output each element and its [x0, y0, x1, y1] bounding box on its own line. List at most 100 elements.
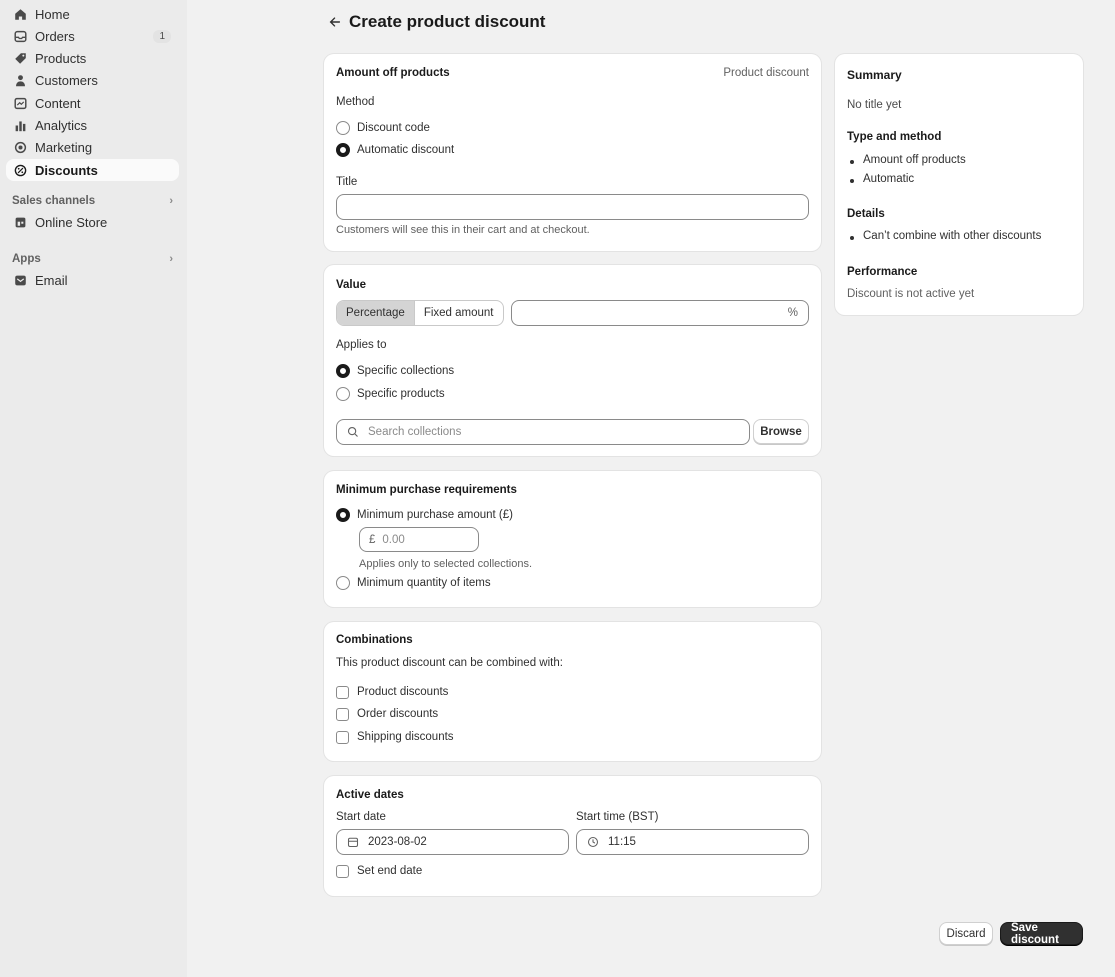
minimum-amount-radio[interactable]: Minimum purchase amount (£): [336, 504, 513, 526]
start-time-input[interactable]: 11:15: [576, 829, 809, 855]
page-header: Create product discount: [327, 10, 545, 34]
combine-order-discounts-checkbox[interactable]: Order discounts: [336, 703, 438, 725]
checkbox-label: Shipping discounts: [357, 731, 454, 743]
sidebar-item-label: Content: [35, 95, 81, 111]
radio-button-selected[interactable]: [336, 143, 350, 157]
checkbox-label: Set end date: [357, 865, 423, 877]
applies-to-label: Applies to: [336, 339, 387, 351]
bar-chart-icon: [14, 119, 27, 132]
method-discount-code-radio[interactable]: Discount code: [336, 117, 430, 139]
start-time-value: 11:15: [608, 836, 636, 848]
browse-button[interactable]: Browse: [753, 419, 809, 444]
search-placeholder: Search collections: [368, 426, 462, 438]
title-input[interactable]: [336, 194, 809, 220]
value-input[interactable]: %: [511, 300, 809, 326]
radio-button[interactable]: [336, 121, 350, 135]
checkbox-label: Product discounts: [357, 686, 449, 698]
sidebar-item-online-store[interactable]: Online Store: [6, 211, 179, 233]
card-title: Value: [336, 279, 367, 291]
title-field-label: Title: [336, 176, 358, 188]
sidebar-item-label: Orders: [35, 28, 75, 44]
combinations-card: Combinations This product discount can b…: [324, 622, 821, 761]
content-icon: [14, 97, 27, 110]
combine-shipping-discounts-checkbox[interactable]: Shipping discounts: [336, 726, 454, 748]
sidebar-item-analytics[interactable]: Analytics: [6, 114, 179, 136]
amount-off-card: Amount off products Product discount Met…: [324, 54, 821, 251]
minimum-amount-input[interactable]: £ 0.00: [359, 527, 479, 552]
calendar-icon: [347, 836, 359, 848]
checkbox[interactable]: [336, 864, 349, 878]
radio-label: Automatic discount: [357, 144, 455, 156]
radio-button[interactable]: [336, 576, 350, 590]
sidebar-item-home[interactable]: Home: [6, 3, 179, 25]
radio-label: Specific collections: [357, 365, 455, 377]
start-date-label: Start date: [336, 811, 386, 823]
currency-prefix: £: [369, 533, 376, 546]
sidebar-item-email[interactable]: Email: [6, 269, 179, 291]
sidebar-item-content[interactable]: Content: [6, 92, 179, 114]
list-item: Can’t combine with other discounts: [847, 230, 1041, 249]
target-icon: [14, 141, 27, 154]
sidebar-item-label: Analytics: [35, 117, 88, 133]
radio-button[interactable]: [336, 387, 350, 401]
sidebar-item-marketing[interactable]: Marketing: [6, 137, 179, 159]
radio-button-selected[interactable]: [336, 508, 350, 522]
sidebar-item-label: Customers: [35, 73, 98, 89]
checkbox[interactable]: [336, 730, 349, 744]
method-automatic-radio[interactable]: Automatic discount: [336, 139, 454, 161]
search-icon: [347, 426, 359, 438]
checkbox[interactable]: [336, 685, 349, 699]
start-date-input[interactable]: 2023-08-02: [336, 829, 569, 855]
sidebar: Home Orders 1 Products Customers Content…: [0, 0, 187, 977]
performance-text: Discount is not active yet: [847, 288, 975, 300]
back-arrow-icon[interactable]: [327, 14, 343, 30]
orders-count-badge: 1: [153, 29, 171, 43]
sidebar-item-discounts[interactable]: Discounts: [6, 159, 179, 182]
chevron-right-icon: ›: [169, 195, 173, 208]
fixed-amount-toggle[interactable]: Fixed amount: [415, 301, 503, 325]
type-method-list: Amount off products Automatic: [847, 154, 966, 192]
sidebar-item-products[interactable]: Products: [6, 48, 179, 70]
sidebar-item-label: Email: [35, 272, 68, 288]
card-title: Amount off products: [336, 67, 450, 79]
combine-product-discounts-checkbox[interactable]: Product discounts: [336, 681, 448, 703]
details-list: Can’t combine with other discounts: [847, 230, 1041, 249]
save-discount-button[interactable]: Save discount: [1000, 922, 1083, 946]
applies-collections-radio[interactable]: Specific collections: [336, 360, 454, 382]
checkbox[interactable]: [336, 707, 349, 721]
summary-card: Summary No title yet Type and method Amo…: [835, 54, 1083, 315]
set-end-date-checkbox[interactable]: Set end date: [336, 860, 422, 882]
discard-button[interactable]: Discard: [939, 922, 993, 945]
type-method-heading: Type and method: [847, 131, 942, 143]
card-title: Active dates: [336, 789, 404, 801]
start-time-label: Start time (BST): [576, 811, 659, 823]
percent-suffix: %: [787, 307, 798, 319]
method-label: Method: [336, 96, 375, 108]
card-title: Combinations: [336, 634, 413, 646]
start-date-value: 2023-08-02: [368, 836, 427, 848]
apps-section[interactable]: Apps ›: [12, 251, 173, 267]
value-card: Value Percentage Fixed amount % Applies …: [324, 265, 821, 456]
radio-label: Discount code: [357, 122, 430, 134]
search-collections-input[interactable]: Search collections: [336, 419, 750, 445]
applies-products-radio[interactable]: Specific products: [336, 383, 445, 405]
active-dates-card: Active dates Start date 2023-08-02 Start…: [324, 776, 821, 896]
sales-channels-label: Sales channels: [12, 195, 96, 208]
amount-placeholder: 0.00: [382, 533, 405, 546]
email-icon: [14, 274, 27, 287]
sidebar-item-label: Discounts: [35, 162, 98, 178]
percentage-toggle[interactable]: Percentage: [337, 301, 415, 325]
radio-label: Minimum quantity of items: [357, 577, 491, 589]
sidebar-item-customers[interactable]: Customers: [6, 70, 179, 92]
minimum-quantity-radio[interactable]: Minimum quantity of items: [336, 572, 491, 594]
card-title: Minimum purchase requirements: [336, 484, 517, 496]
sidebar-item-orders[interactable]: Orders 1: [6, 25, 179, 47]
chevron-right-icon: ›: [169, 253, 173, 266]
sidebar-item-label: Products: [35, 51, 87, 67]
radio-button-selected[interactable]: [336, 364, 350, 378]
summary-title: Summary: [847, 68, 902, 82]
tag-icon: [14, 52, 27, 65]
sales-channels-section[interactable]: Sales channels ›: [12, 193, 173, 209]
checkbox-label: Order discounts: [357, 708, 439, 720]
home-icon: [14, 8, 27, 21]
